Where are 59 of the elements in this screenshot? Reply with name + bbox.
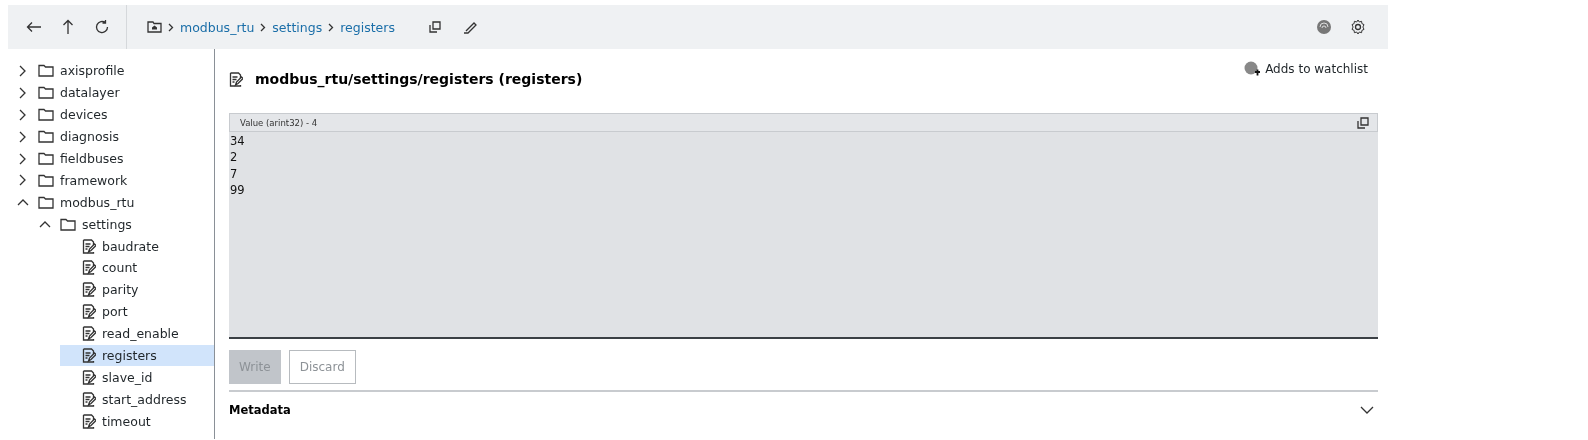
folder-icon	[38, 152, 54, 165]
value-line: 34	[230, 133, 246, 150]
chevron-icon	[1360, 406, 1374, 414]
tree-item[interactable]: start_address	[60, 388, 214, 411]
document-edit-icon	[82, 391, 96, 407]
tree-item[interactable]: read_enable	[60, 322, 214, 345]
tree-item[interactable]: devices	[38, 103, 214, 126]
copy-icon[interactable]	[1357, 116, 1369, 129]
document-edit-icon	[82, 326, 96, 342]
document-edit-icon	[82, 238, 96, 254]
tree-item[interactable]: modbus_rtu	[38, 191, 214, 214]
settings-icon[interactable]	[1350, 19, 1366, 35]
home-folder-icon[interactable]	[147, 21, 162, 33]
tree-item[interactable]: count	[60, 257, 214, 279]
tree-item[interactable]: timeout	[60, 410, 214, 433]
watchlist-button[interactable]: Adds to watchlist	[1244, 61, 1378, 77]
tree-item[interactable]: framework	[38, 169, 214, 192]
document-edit-icon	[82, 413, 96, 429]
tree-item[interactable]: registers	[60, 344, 214, 367]
folder-icon	[60, 217, 76, 231]
tree-item[interactable]: slave_id	[60, 366, 214, 389]
tree-item[interactable]: fieldbuses	[38, 147, 214, 170]
copy-icon[interactable]	[428, 20, 441, 33]
chevron-icon	[260, 22, 267, 32]
value-line: 2	[230, 149, 239, 166]
document-edit-icon	[82, 282, 96, 298]
chevron-icon	[168, 22, 174, 32]
refresh-icon[interactable]	[94, 19, 110, 35]
page-title: modbus_rtu/settings/registers (registers)	[255, 71, 583, 87]
breadcrumb-link[interactable]: modbus_rtu	[180, 19, 255, 35]
tree-item[interactable]: diagnosis	[38, 125, 214, 148]
up-arrow-icon[interactable]	[62, 19, 74, 35]
folder-icon	[38, 64, 54, 78]
folder-icon	[38, 173, 54, 187]
document-edit-icon	[82, 348, 96, 363]
tree-item[interactable]: parity	[60, 278, 214, 301]
tree-item[interactable]: axisprofile	[38, 60, 214, 82]
breadcrumb-link[interactable]: registers	[340, 19, 395, 35]
chevron-icon	[328, 22, 335, 32]
field-label: Value (arint32) - 4	[240, 117, 318, 128]
document-edit-icon	[82, 260, 96, 276]
folder-icon	[38, 108, 54, 122]
value-line: 99	[230, 181, 246, 199]
document-edit-icon	[229, 71, 243, 87]
metadata-section[interactable]: Metadata	[229, 390, 1378, 428]
folder-icon	[38, 195, 54, 209]
breadcrumb-link[interactable]: settings	[272, 19, 323, 35]
pencil-icon[interactable]	[462, 20, 477, 34]
document-edit-icon	[82, 369, 96, 385]
value-text-area[interactable]: Value (arint32) - 4 34 2 7 99	[229, 113, 1378, 339]
back-arrow-icon[interactable]	[26, 21, 42, 33]
value-line: 7	[230, 165, 239, 182]
tree-item[interactable]: port	[60, 300, 214, 323]
folder-icon	[38, 86, 54, 100]
tree-item[interactable]: datalayer	[38, 81, 214, 104]
document-edit-icon	[82, 304, 96, 320]
folder-icon	[38, 130, 54, 144]
tree-item[interactable]: settings	[60, 213, 214, 236]
tree-item[interactable]: baudrate	[60, 235, 214, 257]
